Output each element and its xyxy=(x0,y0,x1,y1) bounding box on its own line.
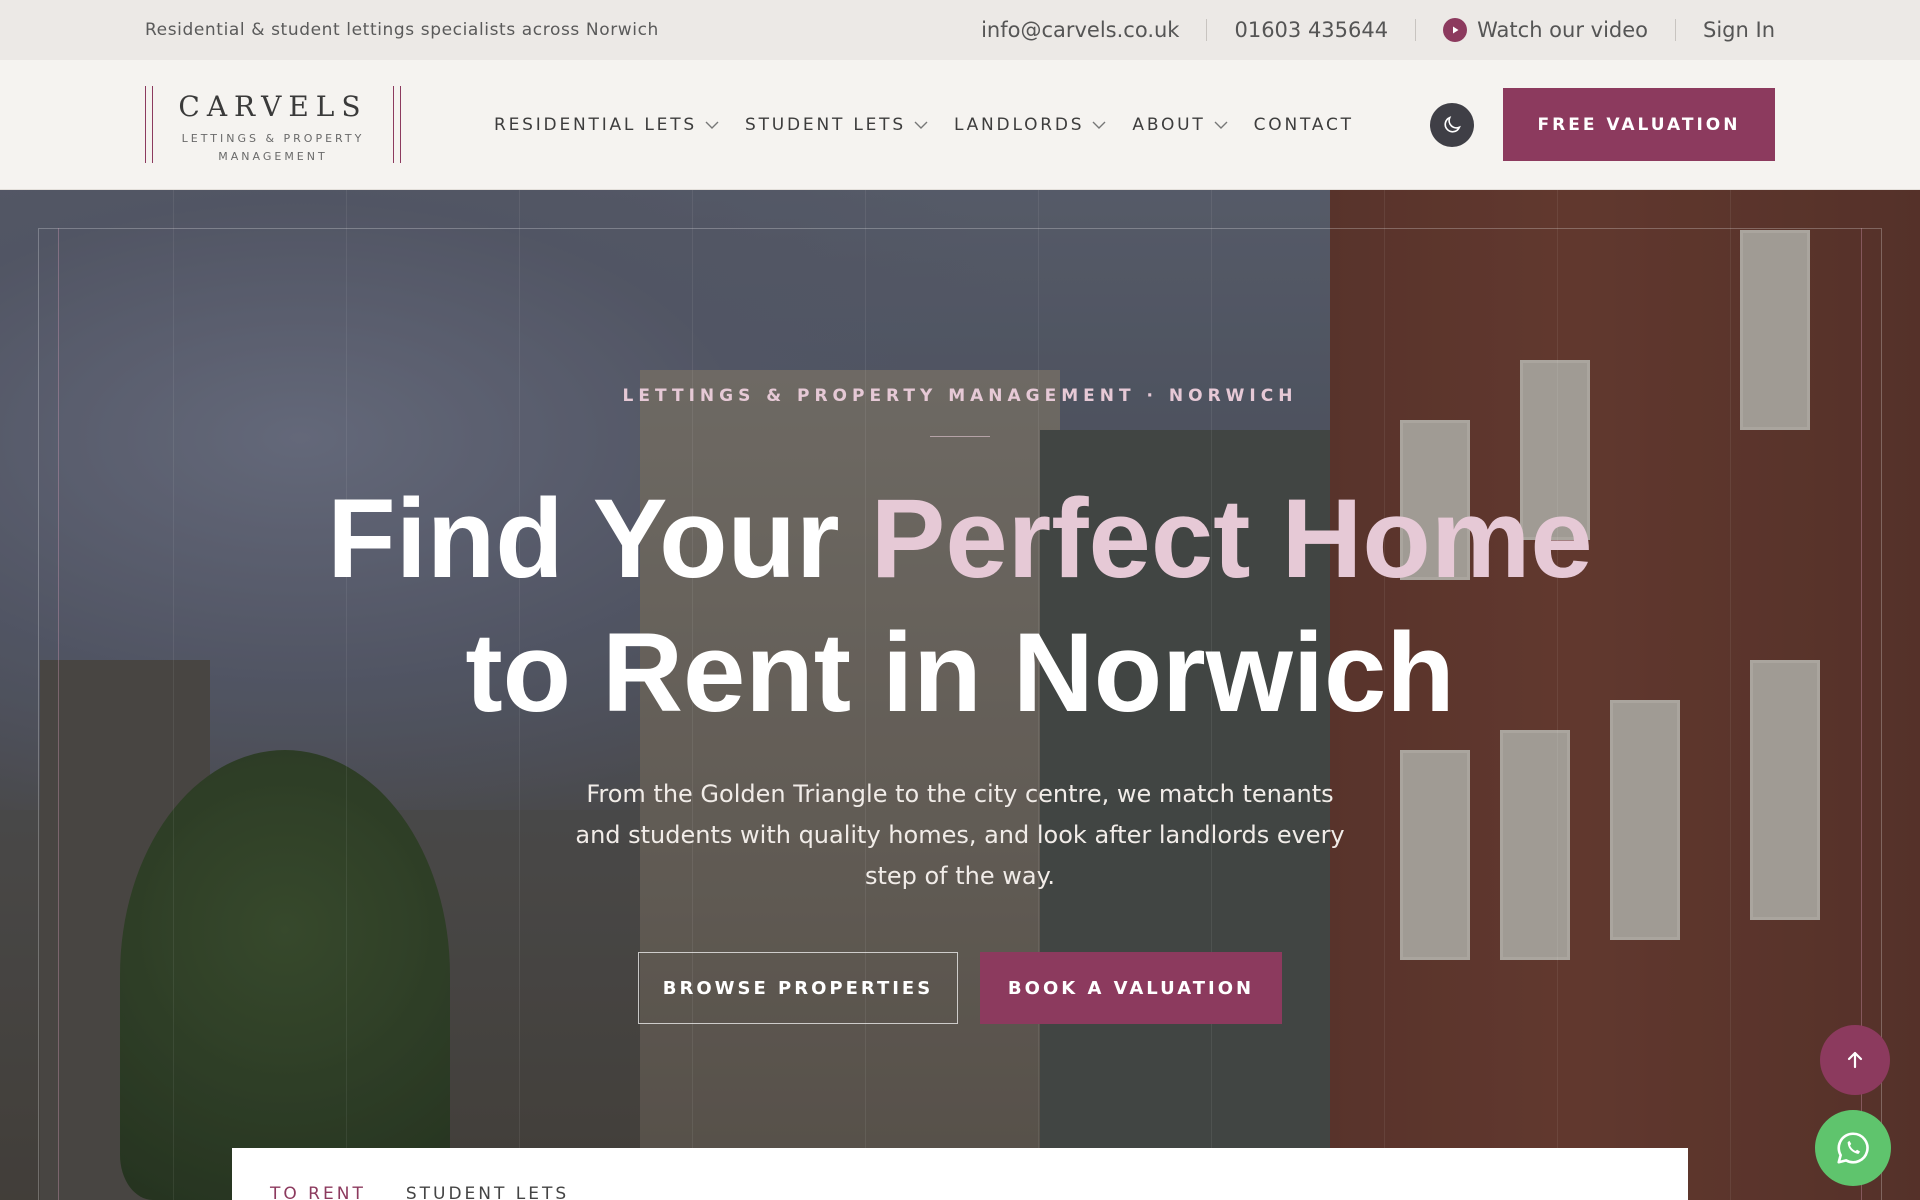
nav-item-landlords[interactable]: LANDLORDS xyxy=(954,115,1106,135)
top-bar: Residential & student lettings specialis… xyxy=(0,0,1920,60)
nav-item-contact[interactable]: CONTACT xyxy=(1254,115,1354,135)
nav-label: CONTACT xyxy=(1253,115,1354,135)
watch-video-label: Watch our video xyxy=(1477,18,1649,42)
site-header: CARVELS LETTINGS & PROPERTY MANAGEMENT R… xyxy=(0,60,1920,190)
hero-title-line2: to Rent in Norwich xyxy=(465,610,1455,735)
chevron-down-icon xyxy=(705,121,719,129)
moon-icon xyxy=(1444,116,1461,133)
main-nav: RESIDENTIAL LETS STUDENT LETS LANDLORDS … xyxy=(494,60,1354,190)
divider xyxy=(1675,19,1677,41)
theme-toggle-button[interactable] xyxy=(1430,103,1474,147)
nav-item-about[interactable]: ABOUT xyxy=(1132,115,1228,135)
divider xyxy=(1206,19,1208,41)
search-tabs: TO RENT STUDENT LETS xyxy=(270,1184,569,1200)
hero-title-part1: Find Your xyxy=(327,476,871,601)
eyebrow-underline xyxy=(930,436,990,437)
whatsapp-icon xyxy=(1837,1132,1869,1164)
browse-properties-button[interactable]: BROWSE PROPERTIES xyxy=(638,952,958,1024)
nav-item-residential-lets[interactable]: RESIDENTIAL LETS xyxy=(494,115,719,135)
chevron-down-icon xyxy=(1214,121,1228,129)
hero-section: LETTINGS & PROPERTY MANAGEMENT · NORWICH… xyxy=(0,190,1920,1200)
free-valuation-button[interactable]: FREE VALUATION xyxy=(1503,88,1775,161)
nav-label: LANDLORDS xyxy=(953,115,1085,135)
back-to-top-button[interactable] xyxy=(1820,1025,1890,1095)
nav-label: RESIDENTIAL LETS xyxy=(494,115,697,135)
logo-subtitle: LETTINGS & PROPERTY MANAGEMENT xyxy=(181,132,365,163)
hero-title-accent: Perfect Home xyxy=(870,476,1593,601)
tab-to-rent[interactable]: TO RENT xyxy=(270,1184,366,1200)
tab-student-lets[interactable]: STUDENT LETS xyxy=(406,1184,569,1200)
nav-item-student-lets[interactable]: STUDENT LETS xyxy=(745,115,928,135)
play-icon xyxy=(1443,18,1468,42)
logo-name: CARVELS xyxy=(178,90,368,123)
chevron-down-icon xyxy=(914,121,928,129)
tagline: Residential & student lettings specialis… xyxy=(145,20,659,40)
hero-lede: From the Golden Triangle to the city cen… xyxy=(575,780,1345,890)
phone-link[interactable]: 01603 435644 xyxy=(1234,18,1388,42)
watch-video-link[interactable]: Watch our video xyxy=(1443,18,1648,42)
logo[interactable]: CARVELS LETTINGS & PROPERTY MANAGEMENT xyxy=(145,86,401,163)
search-card: TO RENT STUDENT LETS xyxy=(232,1148,1688,1200)
arrow-up-icon xyxy=(1847,1051,1863,1069)
hero-eyebrow: LETTINGS & PROPERTY MANAGEMENT · NORWICH xyxy=(622,386,1298,406)
email-link[interactable]: info@carvels.co.uk xyxy=(981,18,1179,42)
top-bar-links: info@carvels.co.uk 01603 435644 Watch ou… xyxy=(981,18,1775,42)
nav-label: ABOUT xyxy=(1132,115,1206,135)
whatsapp-button[interactable] xyxy=(1815,1110,1891,1186)
chevron-down-icon xyxy=(1092,121,1106,129)
divider xyxy=(1415,19,1417,41)
book-valuation-button[interactable]: BOOK A VALUATION xyxy=(980,952,1282,1024)
sign-in-link[interactable]: Sign In xyxy=(1703,18,1775,42)
hero-title: Find Your Perfect Home to Rent in Norwic… xyxy=(0,472,1920,740)
nav-label: STUDENT LETS xyxy=(745,115,906,135)
